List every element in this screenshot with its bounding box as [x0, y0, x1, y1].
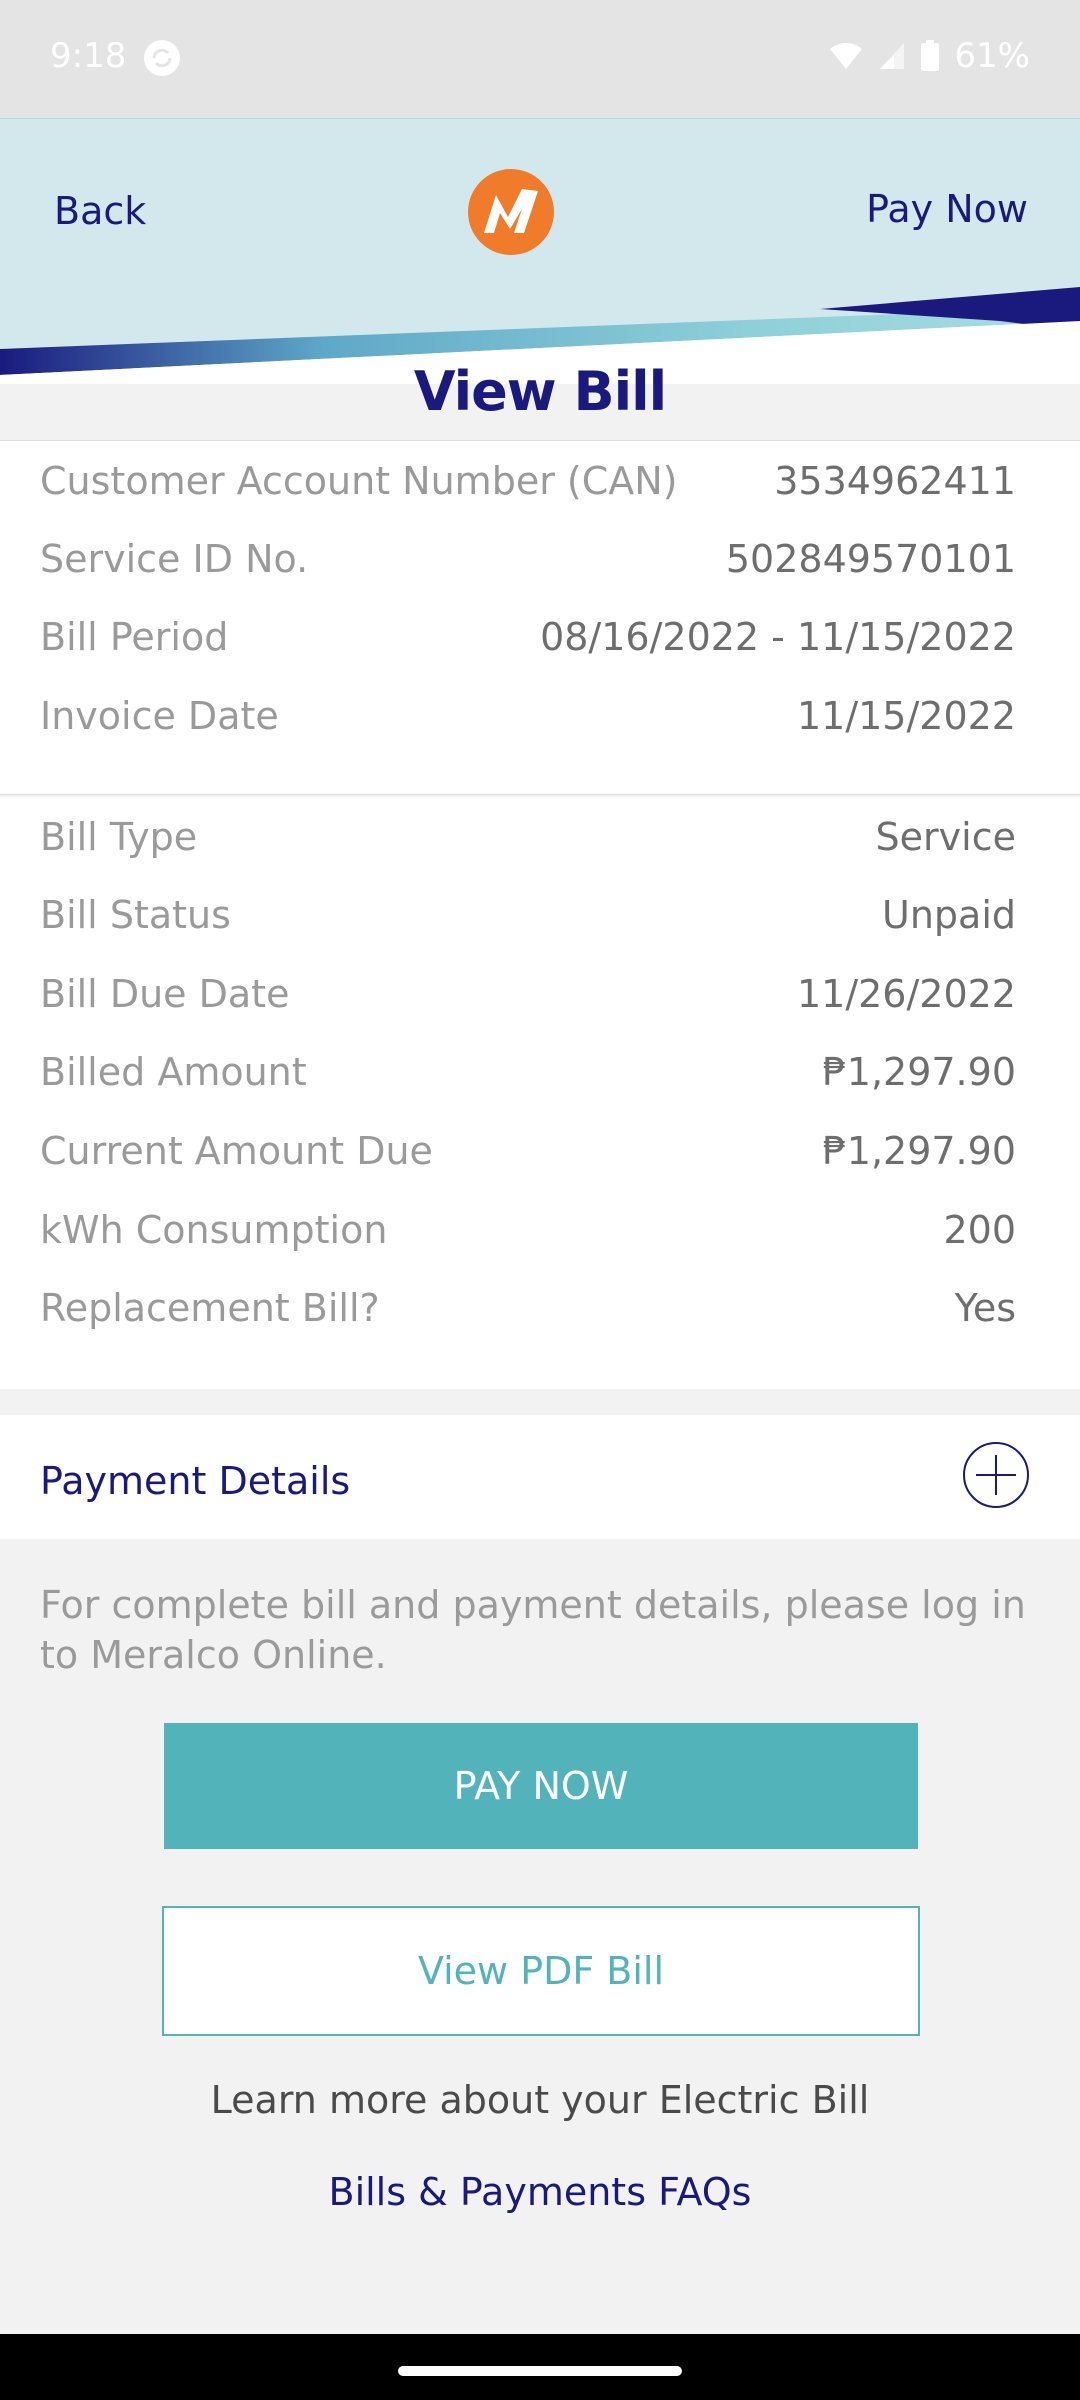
view-pdf-bill-button[interactable]: View PDF Bill [162, 1906, 920, 2036]
detail-value: 502849570101 [725, 537, 1016, 581]
detail-label: Customer Account Number (CAN) [40, 459, 678, 503]
detail-row-due-date: Bill Due Date 11/26/2022 [40, 964, 1016, 1024]
detail-value: 11/15/2022 [796, 694, 1016, 738]
battery-icon [921, 40, 940, 71]
pay-now-button[interactable]: PAY NOW [164, 1723, 918, 1849]
meralco-logo [468, 169, 554, 255]
learn-more-text: Learn more about your Electric Bill [210, 2078, 870, 2122]
detail-row-replacement-bill: Replacement Bill? Yes [40, 1278, 1016, 1338]
header-pay-now-link[interactable]: Pay Now [866, 187, 1028, 231]
detail-row-bill-period: Bill Period 08/16/2022 - 11/15/2022 [40, 607, 1016, 667]
sync-icon [144, 40, 180, 76]
detail-value: Unpaid [882, 893, 1016, 937]
detail-row-service-id: Service ID No. 502849570101 [40, 529, 1016, 589]
account-details-section: Customer Account Number (CAN) 3534962411… [0, 440, 1080, 795]
status-indicators: 61% [828, 36, 1030, 76]
payment-details-panel[interactable]: Payment Details [0, 1415, 1080, 1539]
detail-row-kwh-consumption: kWh Consumption 200 [40, 1200, 1016, 1260]
detail-value: Yes [954, 1286, 1016, 1330]
detail-value: Service [875, 815, 1016, 859]
detail-row-billed-amount: Billed Amount ₱1,297.90 [40, 1042, 1016, 1102]
cellular-signal-icon [880, 43, 905, 69]
detail-row-invoice-date: Invoice Date 11/15/2022 [40, 686, 1016, 746]
detail-label: Bill Type [40, 815, 198, 859]
bill-details-section: Bill Type Service Bill Status Unpaid Bil… [0, 797, 1080, 1389]
detail-label: Replacement Bill? [40, 1286, 380, 1330]
detail-label: Bill Status [40, 893, 231, 937]
detail-row-bill-type: Bill Type Service [40, 807, 1016, 867]
detail-label: Billed Amount [40, 1050, 307, 1094]
detail-value: 200 [943, 1208, 1016, 1252]
detail-label: kWh Consumption [40, 1208, 388, 1252]
login-info-text: For complete bill and payment details, p… [40, 1583, 1026, 1677]
status-time: 9:18 [50, 36, 127, 76]
detail-label: Bill Period [40, 615, 229, 659]
page-title: View Bill [413, 360, 667, 423]
system-navigation-bar [0, 2334, 1080, 2400]
detail-row-can: Customer Account Number (CAN) 3534962411 [40, 451, 1016, 511]
payment-details-title: Payment Details [40, 1459, 351, 1503]
home-indicator[interactable] [398, 2366, 682, 2376]
wifi-icon [830, 42, 863, 69]
detail-label: Current Amount Due [40, 1129, 433, 1173]
detail-value: 11/26/2022 [796, 972, 1016, 1016]
detail-label: Bill Due Date [40, 972, 290, 1016]
plus-circle-icon[interactable] [962, 1441, 1030, 1509]
detail-value: 3534962411 [774, 459, 1016, 503]
back-button[interactable]: Back [54, 189, 146, 233]
detail-label: Service ID No. [40, 537, 309, 581]
detail-value: ₱1,297.90 [822, 1050, 1016, 1094]
detail-value: ₱1,297.90 [822, 1129, 1016, 1173]
bills-payments-faq-link[interactable]: Bills & Payments FAQs [0, 2170, 1080, 2214]
battery-percentage: 61% [954, 36, 1030, 76]
detail-row-current-amount-due: Current Amount Due ₱1,297.90 [40, 1121, 1016, 1181]
detail-label: Invoice Date [40, 694, 279, 738]
detail-row-bill-status: Bill Status Unpaid [40, 885, 1016, 945]
detail-value: 08/16/2022 - 11/15/2022 [540, 615, 1016, 659]
app-header: Back Pay Now [0, 118, 1080, 384]
status-bar: 9:18 61% [0, 0, 1080, 118]
